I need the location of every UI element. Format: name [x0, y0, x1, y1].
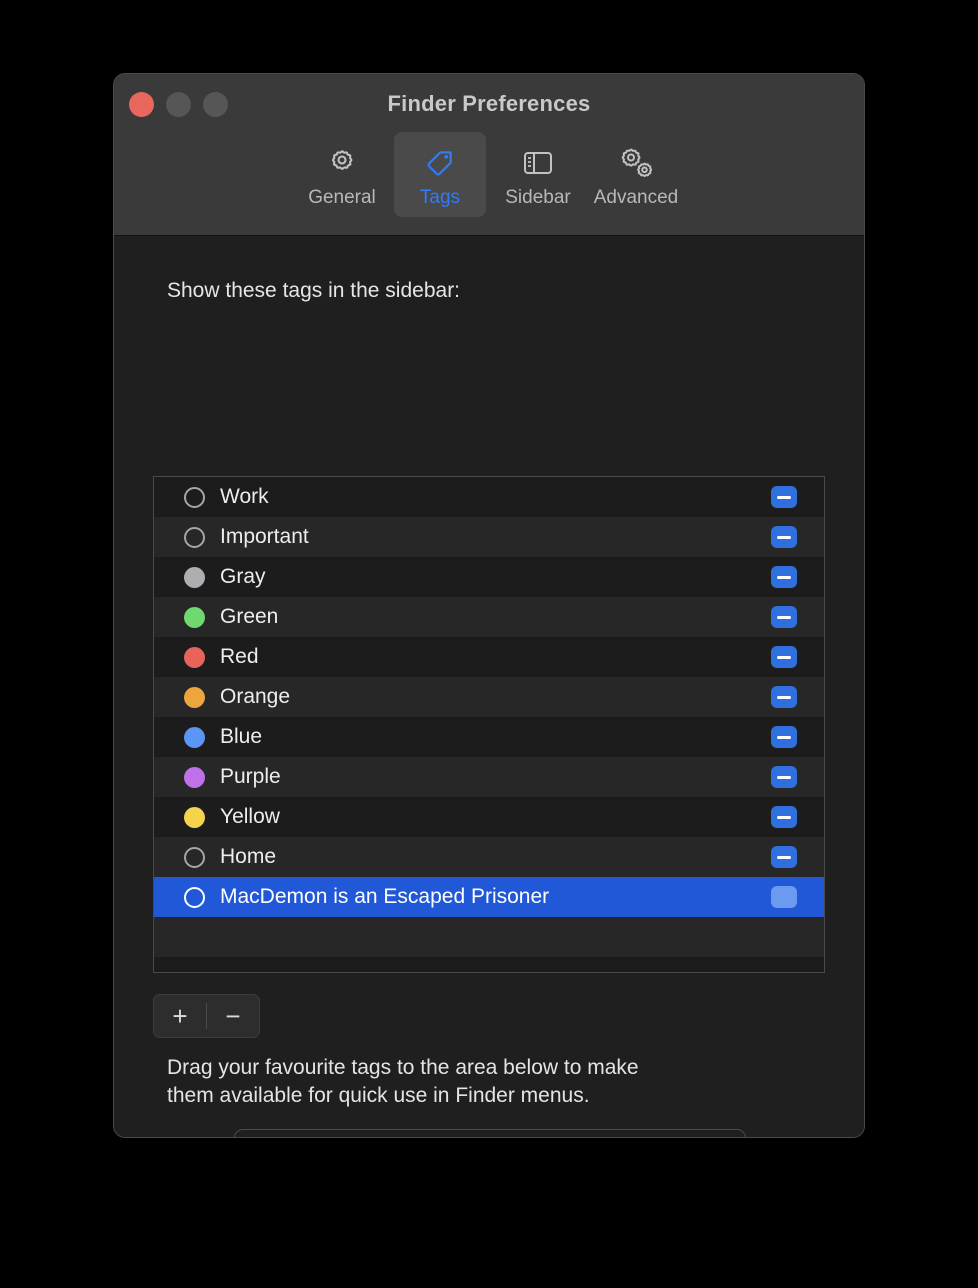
window-title: Finder Preferences	[387, 91, 591, 116]
tab-sidebar[interactable]: Sidebar	[492, 132, 584, 217]
tag-row[interactable]: Green	[154, 597, 824, 637]
tag-name-label: Work	[220, 485, 269, 508]
minus-icon	[777, 535, 791, 539]
tag-remove-icon[interactable]	[771, 486, 797, 508]
minus-icon	[777, 775, 791, 779]
minus-icon	[777, 615, 791, 619]
tag-color-swatch	[184, 766, 205, 788]
tag-list[interactable]: Work Important Gray Green Red Orange Blue Purpl…	[153, 476, 825, 973]
add-tag-button[interactable]: +	[154, 995, 206, 1037]
tab-tags-label: Tags	[419, 187, 461, 208]
drag-hint-line2: them available for quick use in Finder m…	[167, 1084, 590, 1108]
tag-row[interactable]: Important	[154, 517, 824, 557]
tag-remove-icon[interactable]	[771, 846, 797, 868]
drag-hint: Drag your favourite tags to the area bel…	[167, 1054, 727, 1111]
tag-color-swatch	[184, 646, 205, 668]
tag-name-label: MacDemon is an Escaped Prisoner	[220, 885, 550, 908]
sidebar-icon	[518, 142, 558, 184]
tag-remove-icon[interactable]	[771, 686, 797, 708]
minus-icon	[777, 735, 791, 739]
minus-icon	[777, 695, 791, 699]
tag-name-label: Red	[220, 645, 259, 668]
tab-sidebar-label: Sidebar	[505, 187, 571, 208]
tag-color-swatch	[184, 566, 205, 588]
tag-row[interactable]: Purple	[154, 757, 824, 797]
tag-remove-icon[interactable]	[771, 526, 797, 548]
tag-remove-icon[interactable]	[771, 766, 797, 788]
tag-list-empty-row	[154, 957, 824, 972]
finder-preferences-window: Finder Preferences General Tags Sidebar …	[113, 73, 865, 1138]
tag-color-swatch	[184, 846, 205, 868]
tag-row[interactable]: Yellow	[154, 797, 824, 837]
drag-hint-line1: Drag your favourite tags to the area bel…	[167, 1056, 639, 1079]
tag-name-label: Home	[220, 845, 277, 868]
gear-icon	[322, 142, 362, 184]
window-titlebar: Finder Preferences General Tags Sidebar …	[114, 74, 864, 236]
tag-name-label: Green	[220, 605, 279, 628]
tag-remove-icon[interactable]	[771, 886, 797, 908]
tag-remove-icon[interactable]	[771, 606, 797, 628]
add-remove-segmented-control: + −	[153, 994, 260, 1038]
favourite-tags-box[interactable]: Tags… Favourite Tags	[234, 1129, 746, 1137]
tag-name-label: Blue	[220, 725, 263, 748]
minus-icon	[777, 855, 791, 859]
tag-color-swatch	[184, 486, 205, 508]
tag-name-label: Purple	[220, 765, 281, 788]
list-heading: Show these tags in the sidebar:	[167, 279, 461, 302]
tab-general-label: General	[308, 187, 376, 208]
tag-color-swatch	[184, 886, 205, 908]
tag-color-swatch	[184, 526, 205, 548]
tag-remove-icon[interactable]	[771, 806, 797, 828]
tag-color-swatch	[184, 726, 205, 748]
tag-remove-icon[interactable]	[771, 566, 797, 588]
tab-advanced[interactable]: Advanced	[590, 132, 682, 217]
tag-remove-icon[interactable]	[771, 726, 797, 748]
tag-row[interactable]: Gray	[154, 557, 824, 597]
tab-tags[interactable]: Tags	[394, 132, 486, 217]
minus-icon	[777, 575, 791, 579]
tab-general[interactable]: General	[296, 132, 388, 217]
tag-remove-icon[interactable]	[771, 646, 797, 668]
minus-icon	[777, 815, 791, 819]
tag-row[interactable]: MacDemon is an Escaped Prisoner	[154, 877, 824, 917]
preferences-toolbar: General Tags Sidebar Advanced	[114, 132, 864, 217]
tag-name-label: Orange	[220, 685, 291, 708]
tag-color-swatch	[184, 686, 205, 708]
tag-row[interactable]: Red	[154, 637, 824, 677]
tab-advanced-label: Advanced	[593, 187, 679, 208]
tag-icon	[420, 142, 460, 184]
tag-list-empty-row	[154, 917, 824, 957]
tag-color-swatch	[184, 606, 205, 628]
tag-row[interactable]: Orange	[154, 677, 824, 717]
tag-row[interactable]: Blue	[154, 717, 824, 757]
tag-name-label: Important	[220, 525, 309, 548]
tag-color-swatch	[184, 806, 205, 828]
tags-pane: Show these tags in the sidebar: Work Impo…	[114, 236, 864, 1137]
tag-name-label: Gray	[220, 565, 266, 588]
tag-row[interactable]: Home	[154, 837, 824, 877]
tag-name-label: Yellow	[220, 805, 280, 828]
tag-row[interactable]: Work	[154, 477, 824, 517]
minus-icon	[777, 655, 791, 659]
remove-tag-button[interactable]: −	[207, 995, 259, 1037]
minus-icon	[777, 495, 791, 499]
gears-icon	[615, 142, 657, 184]
